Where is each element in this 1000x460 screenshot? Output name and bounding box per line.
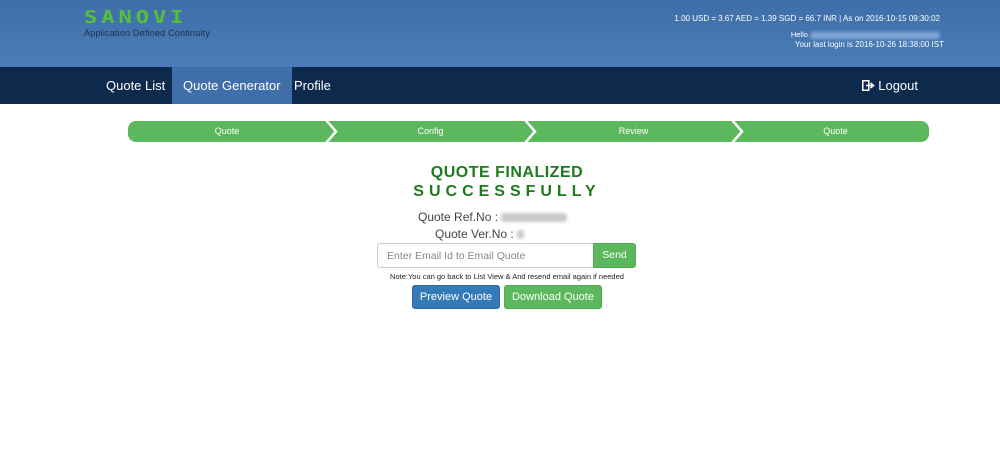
step-review: Review (618, 126, 649, 136)
email-input[interactable] (377, 243, 593, 268)
send-button[interactable]: Send (593, 243, 636, 268)
step-quote-final: Quote (823, 126, 848, 136)
success-title-line1: QUOTE FINALIZED (430, 164, 584, 181)
redacted-username (810, 31, 940, 39)
logo-text: SANOVI (84, 7, 188, 28)
nav-quote-generator[interactable]: Quote Generator (172, 67, 292, 104)
redacted-ref-value (501, 213, 568, 223)
top-header: SANOVI Application Defined Continuity 1.… (0, 0, 1000, 67)
logo-tagline: Application Defined Continuity (84, 28, 211, 38)
quote-ver-no: Quote Ver.No : (435, 227, 525, 241)
brand-logo: SANOVI Application Defined Continuity (84, 7, 211, 38)
step-config: Config (417, 126, 444, 136)
step-quote: Quote (214, 126, 240, 136)
last-login: Your last login is 2016-10-26 18:38:00 I… (794, 40, 944, 49)
exchange-rate: 1.00 USD = 3.67 AED = 1.39 SGD = 66.7 IN… (674, 14, 940, 23)
redacted-ver-value (517, 230, 525, 240)
download-quote-button[interactable]: Download Quote (504, 285, 602, 309)
greeting: Hello (791, 30, 940, 39)
greeting-label: Hello (790, 30, 808, 39)
logout-icon (862, 67, 875, 104)
main-nav: Quote List Quote Generator Profile Logou… (0, 67, 1000, 104)
preview-quote-button[interactable]: Preview Quote (412, 285, 500, 309)
resend-note: Note:You can go back to List View & And … (390, 272, 624, 281)
progress-steps: Quote Config Review Quote (128, 121, 929, 142)
nav-profile[interactable]: Profile (283, 67, 342, 104)
logout-button[interactable]: Logout (862, 67, 918, 104)
quote-ref-no: Quote Ref.No : (418, 210, 568, 224)
success-title-line2: SUCCESSFULLY (413, 183, 601, 200)
quote-ref-label: Quote Ref.No : (418, 210, 499, 224)
logout-label: Logout (878, 78, 918, 93)
nav-quote-list[interactable]: Quote List (95, 67, 176, 104)
quote-ver-label: Quote Ver.No : (435, 227, 514, 241)
